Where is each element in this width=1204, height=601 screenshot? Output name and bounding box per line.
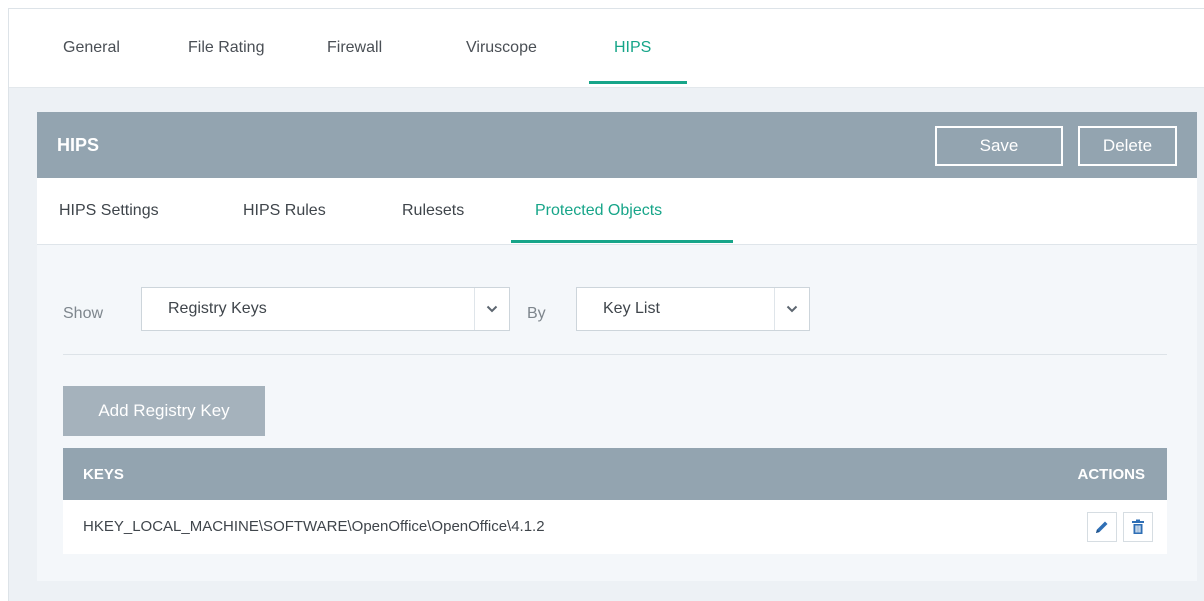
pencil-icon [1096, 521, 1108, 533]
save-button[interactable]: Save [935, 126, 1063, 166]
delete-button[interactable]: Delete [1078, 126, 1177, 166]
trash-icon [1132, 519, 1144, 534]
table-row: HKEY_LOCAL_MACHINE\SOFTWARE\OpenOffice\O… [63, 500, 1167, 554]
tab-viruscope[interactable]: Viruscope [466, 39, 537, 57]
subtab-hips-rules[interactable]: HIPS Rules [243, 202, 326, 220]
section-title: HIPS [57, 135, 100, 155]
tab-hips[interactable]: HIPS [614, 39, 651, 57]
sub-tab-bar: HIPS Settings HIPS Rules Rulesets Protec… [37, 178, 1197, 245]
chevron-down-icon[interactable] [474, 288, 509, 330]
by-label: By [527, 305, 546, 322]
by-dropdown[interactable]: Key List [576, 287, 810, 331]
active-tab-indicator [589, 81, 687, 84]
divider [63, 354, 1167, 355]
protected-objects-panel: Show Registry Keys By Key List Add Regis… [37, 245, 1197, 581]
tab-firewall[interactable]: Firewall [327, 39, 382, 57]
subtab-protected-objects[interactable]: Protected Objects [535, 202, 662, 220]
by-dropdown-value: Key List [603, 300, 660, 317]
top-tab-bar: General File Rating Firewall Viruscope H… [9, 9, 1204, 88]
add-registry-key-button[interactable]: Add Registry Key [63, 386, 265, 436]
subtab-rulesets[interactable]: Rulesets [402, 202, 464, 220]
hips-header-bar: HIPS Save Delete [37, 112, 1197, 178]
table-header: KEYS ACTIONS [63, 448, 1167, 500]
column-header-actions: ACTIONS [1077, 466, 1146, 483]
active-subtab-indicator [511, 240, 733, 243]
tab-general[interactable]: General [63, 39, 120, 57]
column-header-keys: KEYS [83, 466, 124, 483]
subtab-hips-settings[interactable]: HIPS Settings [59, 202, 159, 220]
chevron-down-icon[interactable] [774, 288, 809, 330]
tab-file-rating[interactable]: File Rating [188, 39, 264, 57]
show-dropdown[interactable]: Registry Keys [141, 287, 510, 331]
registry-key-value: HKEY_LOCAL_MACHINE\SOFTWARE\OpenOffice\O… [83, 518, 545, 535]
edit-button[interactable] [1087, 512, 1117, 542]
show-dropdown-value: Registry Keys [168, 300, 267, 317]
app-frame: General File Rating Firewall Viruscope H… [8, 8, 1204, 601]
delete-row-button[interactable] [1123, 512, 1153, 542]
show-label: Show [63, 305, 104, 322]
